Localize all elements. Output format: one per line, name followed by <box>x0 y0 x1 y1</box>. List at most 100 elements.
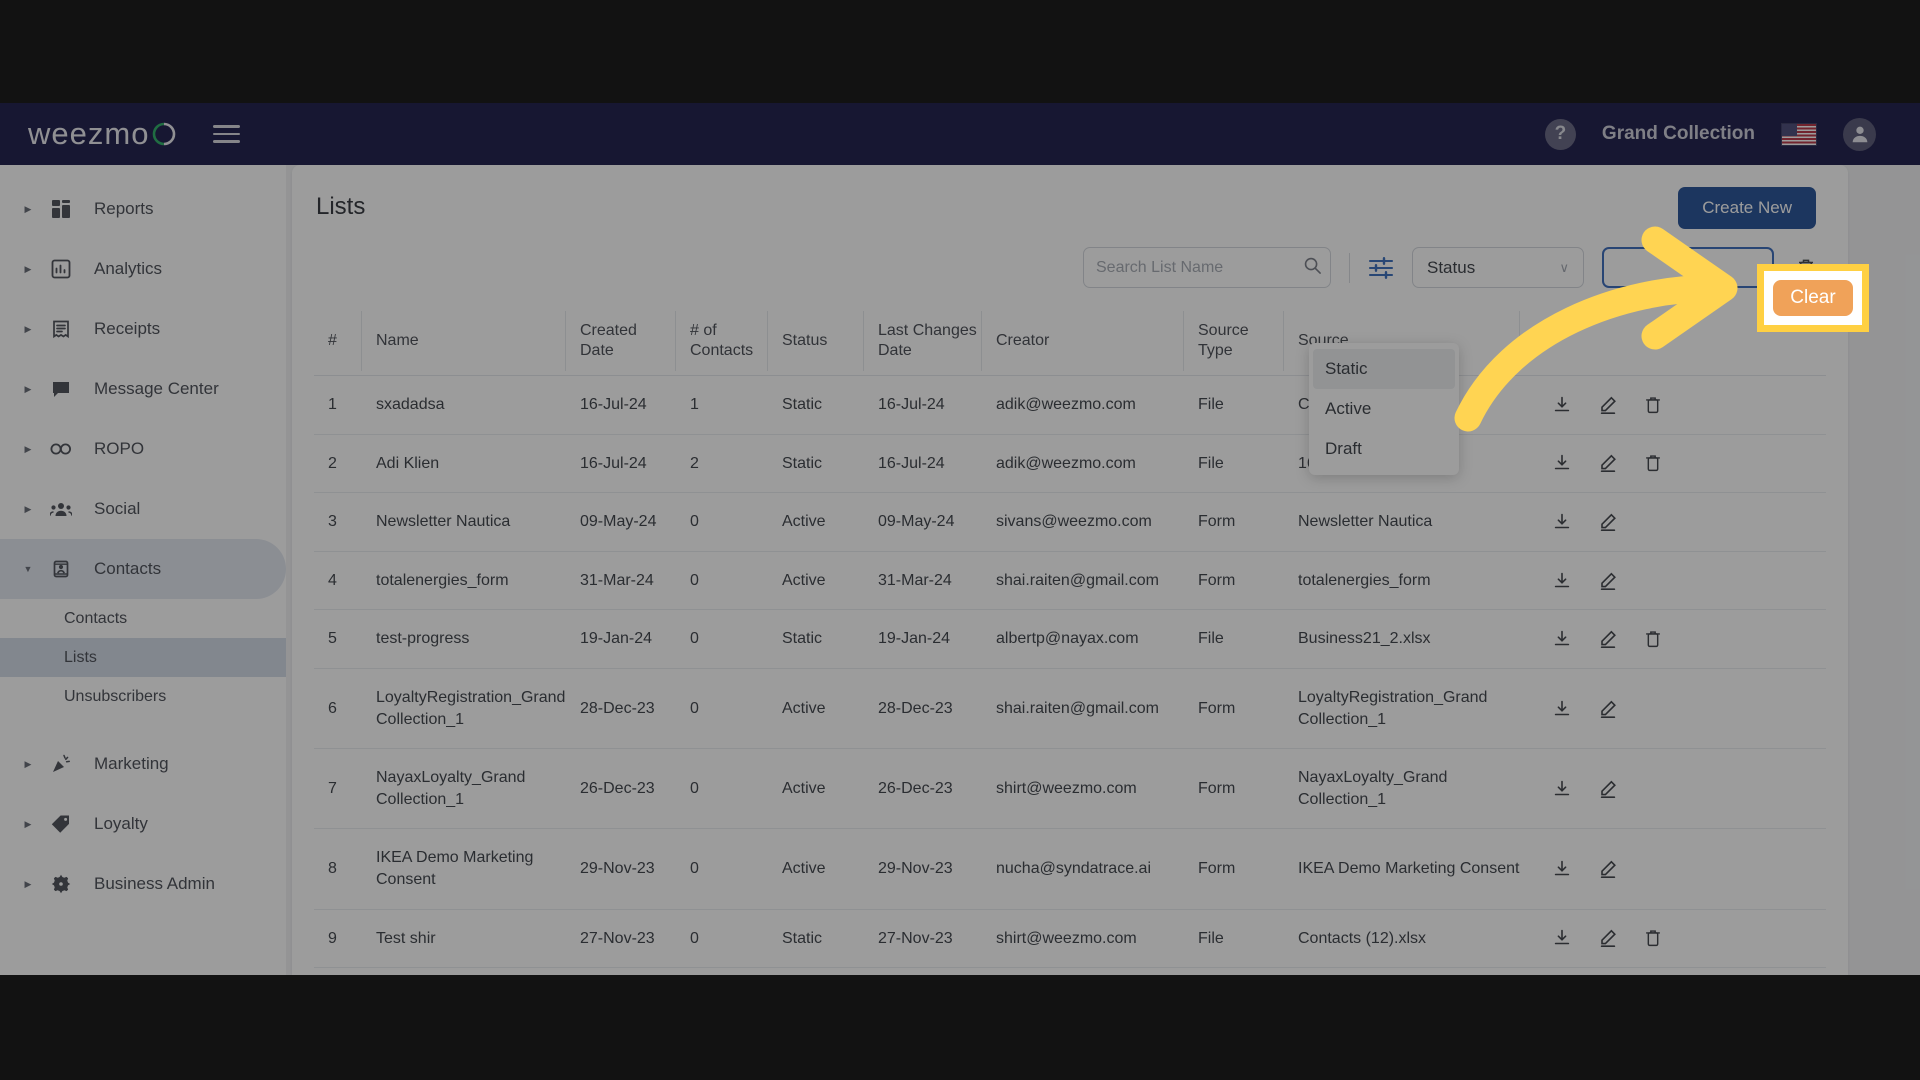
help-icon[interactable]: ? <box>1544 118 1576 150</box>
download-icon[interactable] <box>1552 699 1572 719</box>
create-new-button[interactable]: Create New <box>1678 187 1816 229</box>
column-header-created-date[interactable]: Created Date <box>566 311 676 371</box>
sidebar-item-analytics[interactable]: ▶ Analytics <box>0 239 286 299</box>
sidebar-subitem-unsubscribers[interactable]: Unsubscribers <box>0 677 286 716</box>
cell-name: NayaxLoyalty_Grand Collection_1 <box>376 769 526 808</box>
organization-name[interactable]: Grand Collection <box>1602 123 1755 145</box>
search-icon[interactable] <box>1303 256 1322 280</box>
column-header-actions <box>1520 311 1720 371</box>
column-header-index[interactable]: # <box>314 311 362 371</box>
cell-last-changes-date: 28-Dec-23 <box>878 699 953 717</box>
sidebar-item-ropo[interactable]: ▶ ROPO <box>0 419 286 479</box>
column-header-source-type[interactable]: Source Type <box>1184 311 1284 371</box>
sidebar-subitem-contacts[interactable]: Contacts <box>0 599 286 638</box>
sidebar-item-loyalty[interactable]: ▶ Loyalty <box>0 794 286 854</box>
hamburger-menu-icon[interactable] <box>213 125 241 143</box>
edit-pencil-icon[interactable] <box>1598 699 1618 719</box>
search-input[interactable] <box>1096 258 1303 277</box>
download-icon[interactable] <box>1552 859 1572 879</box>
download-icon[interactable] <box>1552 453 1572 473</box>
table-row[interactable]: 9 Test shir 27-Nov-23 0 Static 27-Nov-23 shirt… <box>314 910 1826 969</box>
sidebar-label: Analytics <box>94 259 163 278</box>
table-header-row: # Name Created Date # of Contacts Status… <box>314 311 1826 376</box>
cell-creator: shai.raiten@gmail.com <box>996 571 1159 589</box>
sidebar-item-social[interactable]: ▶ Social <box>0 479 286 539</box>
top-navigation-bar: weezmo ? Grand Collection <box>0 103 1920 165</box>
cell-contacts-count: 0 <box>690 929 699 947</box>
sidebar-item-receipts[interactable]: ▶ Receipts <box>0 299 286 359</box>
edit-pencil-icon[interactable] <box>1598 395 1618 415</box>
table-row[interactable]: 5 test-progress 19-Jan-24 0 Static 19-Jan-24 a… <box>314 610 1826 669</box>
cell-created-date: 26-Dec-23 <box>580 779 655 797</box>
filter-sliders-icon[interactable] <box>1368 256 1394 280</box>
sidebar-item-contacts[interactable]: ▼ Contacts <box>0 539 286 599</box>
screen: weezmo ? Grand Collection ▶ Reports ▶ An… <box>0 0 1920 1080</box>
sidebar-item-business-admin[interactable]: ▶ Business Admin <box>0 854 286 914</box>
table-row[interactable]: 7 NayaxLoyalty_Grand Collection_1 26-Dec-2… <box>314 749 1826 830</box>
column-header-last-changes[interactable]: Last Changes Date <box>864 311 982 371</box>
cell-source-type: Form <box>1198 779 1236 797</box>
cell-last-changes-date: 09-May-24 <box>878 513 955 531</box>
cell-status: Active <box>782 699 826 717</box>
sidebar-item-message-center[interactable]: ▶ Message Center <box>0 359 286 419</box>
download-icon[interactable] <box>1552 571 1572 591</box>
column-header-name[interactable]: Name <box>362 311 566 371</box>
lists-page-panel: Lists Create New Search List Name Status… <box>292 165 1848 975</box>
chevron-right-icon: ▶ <box>24 503 32 514</box>
status-filter-select[interactable]: Status ∨ <box>1412 247 1584 288</box>
chevron-right-icon: ▶ <box>24 263 32 274</box>
table-row[interactable]: 6 LoyaltyRegistration_Grand Collection_1 2… <box>314 669 1826 750</box>
bulk-delete-trash-icon[interactable] <box>1796 257 1816 279</box>
cell-contacts-count: 1 <box>690 396 699 413</box>
edit-pencil-icon[interactable] <box>1598 859 1618 879</box>
cell-source-type: File <box>1198 396 1224 413</box>
table-row[interactable]: 1 sxadadsa 16-Jul-24 1 Static 16-Jul-24 adik@w… <box>314 376 1826 435</box>
toolbar-divider <box>1349 252 1350 283</box>
download-icon[interactable] <box>1552 928 1572 948</box>
dropdown-option-static[interactable]: Static <box>1313 349 1455 389</box>
table-row[interactable]: 8 IKEA Demo Marketing Consent 29-Nov-23 0 Ac… <box>314 829 1826 910</box>
delete-trash-icon[interactable] <box>1644 395 1662 415</box>
cell-status: Static <box>782 454 823 472</box>
cell-creator: shirt@weezmo.com <box>996 929 1137 947</box>
weezmo-logo[interactable]: weezmo <box>28 116 177 152</box>
account-avatar-icon[interactable] <box>1843 117 1876 151</box>
edit-pencil-icon[interactable] <box>1598 571 1618 591</box>
cell-source: Newsletter Nautica <box>1298 513 1433 531</box>
download-icon[interactable] <box>1552 395 1572 415</box>
column-header-contacts[interactable]: # of Contacts <box>676 311 768 371</box>
column-header-creator[interactable]: Creator <box>982 311 1184 371</box>
download-icon[interactable] <box>1552 629 1572 649</box>
edit-pencil-icon[interactable] <box>1598 928 1618 948</box>
cell-last-changes-date: 16-Jul-24 <box>878 454 945 472</box>
sidebar-subitem-lists[interactable]: Lists <box>0 638 286 677</box>
dropdown-option-active[interactable]: Active <box>1309 389 1459 429</box>
gear-icon <box>48 874 74 894</box>
edit-pencil-icon[interactable] <box>1598 629 1618 649</box>
table-row[interactable]: 2 Adi Klien 16-Jul-24 2 Static 16-Jul-24 adik@… <box>314 435 1826 494</box>
edit-pencil-icon[interactable] <box>1598 453 1618 473</box>
delete-trash-icon[interactable] <box>1644 453 1662 473</box>
cell-source: Business21_2.xlsx <box>1298 630 1431 648</box>
search-list-name-box[interactable] <box>1083 247 1331 288</box>
cell-created-date: 16-Jul-24 <box>580 396 647 413</box>
edit-pencil-icon[interactable] <box>1598 512 1618 532</box>
sidebar-item-marketing[interactable]: ▶ Marketing <box>0 734 286 794</box>
download-icon[interactable] <box>1552 779 1572 799</box>
clear-button[interactable]: Clear <box>1773 280 1853 316</box>
dropdown-option-draft[interactable]: Draft <box>1309 429 1459 469</box>
sidebar-label: Receipts <box>94 319 161 338</box>
sidebar-item-reports[interactable]: ▶ Reports <box>0 179 286 239</box>
cell-status: Active <box>782 779 826 797</box>
delete-trash-icon[interactable] <box>1644 629 1662 649</box>
table-row[interactable]: 3 Newsletter Nautica 09-May-24 0 Active 09-Ma… <box>314 493 1826 552</box>
column-header-status[interactable]: Status <box>768 311 864 371</box>
us-flag-icon[interactable] <box>1781 122 1817 146</box>
edit-pencil-icon[interactable] <box>1598 779 1618 799</box>
secondary-filter-select[interactable] <box>1602 247 1774 288</box>
delete-trash-icon[interactable] <box>1644 928 1662 948</box>
table-row[interactable]: 4 totalenergies_form 31-Mar-24 0 Active 31-Ma… <box>314 552 1826 611</box>
hamburger-line <box>213 140 241 143</box>
download-icon[interactable] <box>1552 512 1572 532</box>
